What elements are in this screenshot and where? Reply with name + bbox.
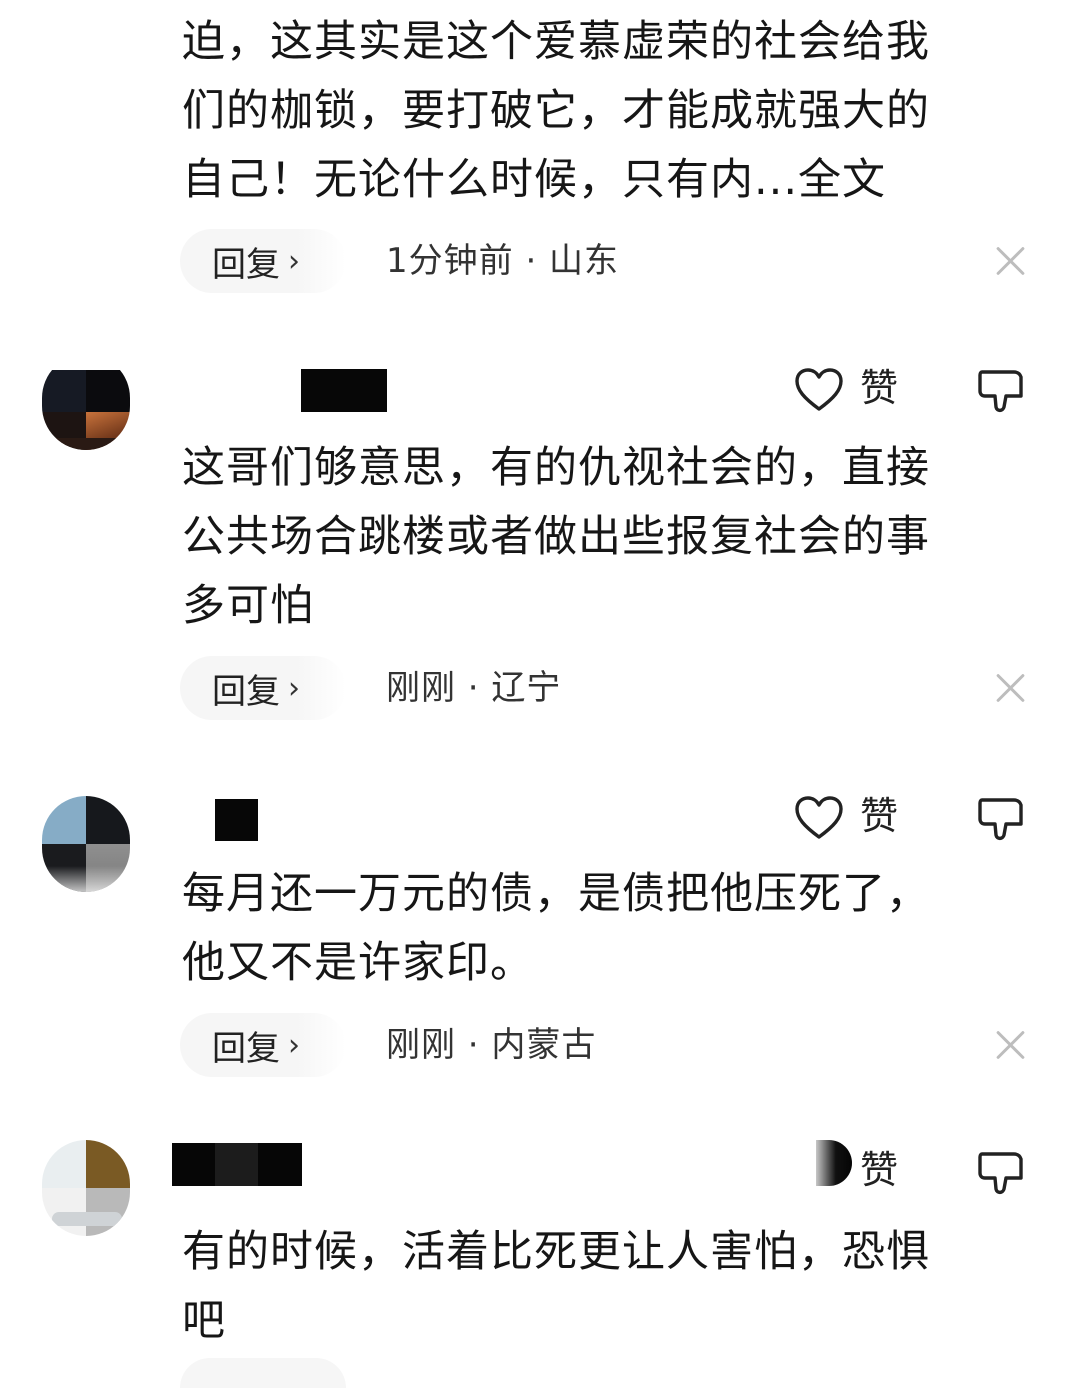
heart-outline-icon[interactable] bbox=[816, 1140, 852, 1186]
like-label[interactable]: 赞 bbox=[860, 794, 898, 838]
comment-text: 这哥们够意思，有的仇视社会的，直接 公共场合跳楼或者做出些报复社会的事 多可怕 bbox=[182, 443, 930, 631]
reply-button[interactable]: 回复 › bbox=[180, 1013, 346, 1077]
heart-outline-icon[interactable] bbox=[794, 795, 844, 841]
like-label[interactable]: 赞 bbox=[860, 366, 898, 410]
comment-text: 有的时候，活着比死更让人害怕，恐惧 吧 bbox=[182, 1227, 930, 1346]
avatar[interactable] bbox=[42, 1140, 130, 1236]
like-label[interactable]: 赞 bbox=[860, 1148, 898, 1192]
reply-label: 回复 bbox=[212, 1028, 280, 1069]
chevron-right-icon: › bbox=[288, 670, 300, 706]
close-icon[interactable] bbox=[994, 1028, 1028, 1062]
avatar[interactable] bbox=[42, 796, 130, 892]
reply-label: 回复 bbox=[212, 671, 280, 712]
close-icon[interactable] bbox=[994, 671, 1028, 705]
username-redacted[interactable] bbox=[301, 369, 387, 412]
reply-button[interactable]: 回复 › bbox=[180, 656, 346, 720]
chevron-right-icon: › bbox=[288, 1027, 300, 1063]
chevron-right-icon: › bbox=[288, 243, 300, 279]
reply-button[interactable]: 回复 › bbox=[180, 229, 346, 293]
reply-label: 回复 bbox=[212, 244, 280, 285]
thumbs-down-icon[interactable] bbox=[976, 366, 1026, 416]
comment-text: 每月还一万元的债，是债把他压死了， 他又不是许家印。 bbox=[182, 869, 930, 988]
username-redacted[interactable] bbox=[172, 1143, 302, 1186]
avatar[interactable] bbox=[42, 354, 130, 450]
comment-meta: 刚刚 · 内蒙古 bbox=[386, 1025, 597, 1065]
username-redacted[interactable] bbox=[215, 799, 258, 841]
comment-text: 迫，这其实是这个爱慕虚荣的社会给我 们的枷锁，要打破它，才能成就强大的 自己！无… bbox=[182, 17, 930, 205]
thumbs-down-icon[interactable] bbox=[976, 794, 1026, 844]
thumbs-down-icon[interactable] bbox=[976, 1148, 1026, 1198]
close-icon[interactable] bbox=[994, 244, 1028, 278]
reply-button[interactable] bbox=[180, 1358, 346, 1388]
heart-outline-icon[interactable] bbox=[794, 367, 844, 413]
comment-meta: 刚刚 · 辽宁 bbox=[386, 668, 562, 708]
comment-meta: 1分钟前 · 山东 bbox=[386, 241, 620, 281]
